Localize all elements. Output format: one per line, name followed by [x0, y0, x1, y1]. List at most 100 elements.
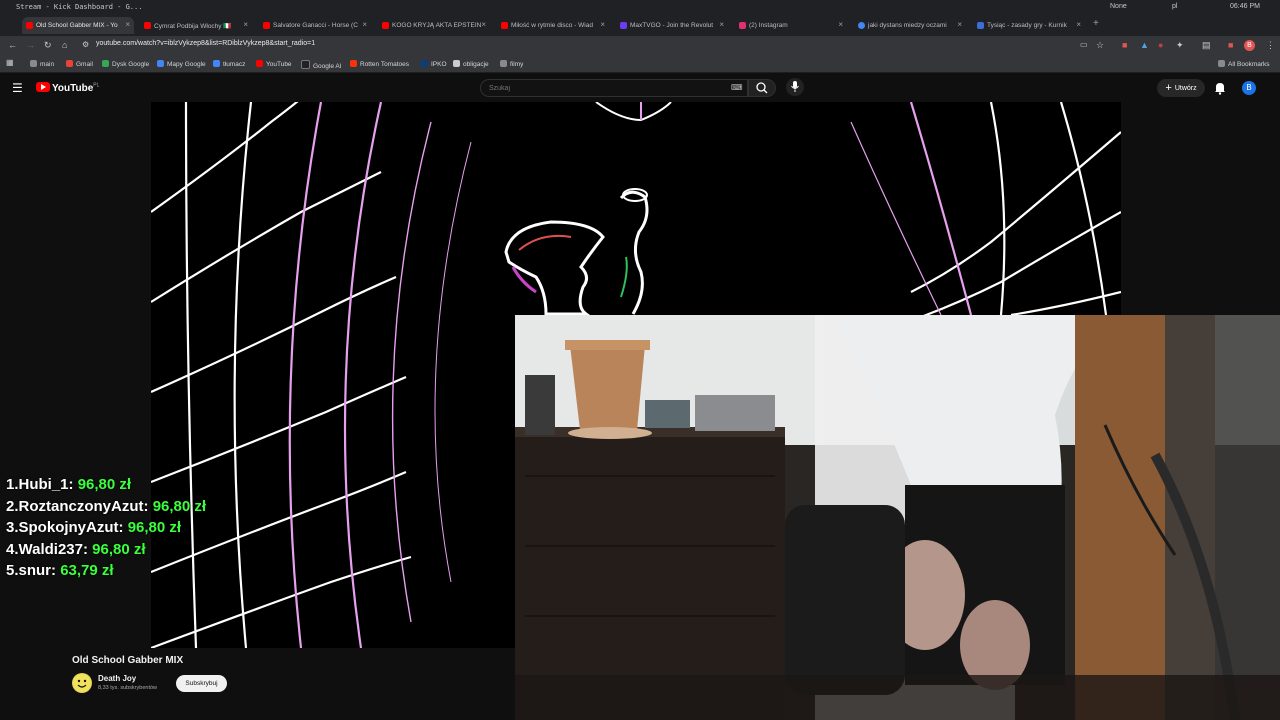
close-icon[interactable]: × [719, 20, 724, 29]
create-button[interactable]: + Utwórz [1157, 79, 1205, 97]
tab-cymrat[interactable]: Cymrat Podbija Włochy 🇮🇹 × [140, 17, 252, 34]
bookmark-rotten-tomatoes[interactable]: Rotten Tomatoes [350, 60, 409, 68]
donation-leaderboard: 1.Hubi_1: 96,80 zł 2.RoztanczonyAzut: 96… [6, 474, 206, 582]
close-icon[interactable]: × [1076, 20, 1081, 29]
os-clock: 06:46 PM [1230, 3, 1260, 10]
youtube-favicon-icon [26, 22, 33, 29]
bookmark-tlumacz[interactable]: tłumacz [213, 60, 245, 68]
bookmark-main[interactable]: main [30, 60, 54, 68]
tab-maxtvgo[interactable]: MaxTVGO - Join the Revolut × [616, 17, 728, 34]
cast-icon[interactable]: ▭ [1080, 40, 1088, 49]
bookmark-filmy[interactable]: filmy [500, 60, 523, 68]
tab-tysiac[interactable]: Tysiąc - zasady gry - Kurnik × [973, 17, 1085, 34]
os-language-label[interactable]: pl [1172, 3, 1177, 10]
site-info-icon[interactable]: ⚙ [82, 40, 89, 49]
leaderboard-row: 4.Waldi237: 96,80 zł [6, 540, 146, 558]
close-icon[interactable]: × [481, 20, 486, 29]
maxtvgo-favicon-icon [620, 22, 627, 29]
folder-icon [1218, 60, 1225, 67]
bookmark-obligacje[interactable]: obligacje [453, 60, 489, 68]
close-icon[interactable]: × [957, 20, 962, 29]
instagram-favicon-icon [739, 22, 746, 29]
google-ai-icon [301, 60, 310, 69]
tab-old-school-gabber[interactable]: Old School Gabber MIX - Yo × [22, 17, 134, 34]
bookmarks-bar: ▦ main Gmail Dysk Google Mapy Google tłu… [0, 56, 1280, 73]
os-window-title: Stream - Kick Dashboard - G... [16, 3, 143, 11]
back-arrow-icon[interactable]: ← [8, 40, 17, 50]
tab-label: Tysiąc - zasady gry - Kurnik [987, 22, 1067, 29]
apps-grid-icon[interactable]: ▦ [6, 58, 14, 67]
top-center-grid [595, 102, 672, 122]
close-icon[interactable]: × [125, 20, 130, 29]
search-input[interactable] [487, 84, 721, 93]
folder-icon [30, 60, 37, 67]
youtube-play-icon [36, 82, 50, 92]
reload-icon[interactable]: ↻ [44, 40, 52, 51]
tab-instagram[interactable]: (2) Instagram × [735, 17, 847, 34]
bookmark-dysk-google[interactable]: Dysk Google [102, 60, 149, 68]
url-field[interactable]: youtube.com/watch?v=iblzVykzep8&list=RDi… [96, 40, 315, 47]
search-icon [756, 82, 768, 94]
leaderboard-row: 1.Hubi_1: 96,80 zł [6, 476, 132, 493]
extension-icon[interactable]: ● [1158, 40, 1163, 50]
tab-label: Salvatore Ganacci - Horse (C [273, 22, 358, 29]
extension-icon[interactable]: ▲ [1140, 40, 1149, 50]
document-icon [453, 60, 460, 67]
notifications-bell-icon[interactable] [1213, 81, 1227, 95]
hamburger-menu-icon[interactable]: ☰ [12, 81, 23, 95]
tab-label: (2) Instagram [749, 22, 788, 29]
bookmark-gmail[interactable]: Gmail [66, 60, 93, 68]
channel-avatar[interactable] [72, 673, 92, 693]
bookmark-google-ai[interactable]: Google AI [301, 60, 342, 70]
home-icon[interactable]: ⌂ [62, 40, 67, 50]
os-profile-label[interactable]: None [1110, 3, 1127, 10]
video-title: Old School Gabber MIX [72, 655, 184, 666]
os-top-bar: Stream - Kick Dashboard - G... None pl 0… [0, 0, 1280, 14]
leaderboard-row: 2.RoztanczonyAzut: 96,80 zł [6, 497, 207, 515]
bank-icon [421, 60, 428, 67]
all-bookmarks[interactable]: All Bookmarks [1218, 60, 1270, 68]
tab-salvatore-ganacci[interactable]: Salvatore Ganacci - Horse (C × [259, 17, 371, 34]
close-icon[interactable]: × [362, 20, 367, 29]
close-icon[interactable]: × [838, 20, 843, 29]
bookmark-mapy-google[interactable]: Mapy Google [157, 60, 206, 68]
tab-label: jaki dystans miedzy oczami [868, 22, 947, 29]
channel-name[interactable]: Death Joy [98, 674, 136, 683]
bookmark-star-icon[interactable]: ☆ [1096, 40, 1104, 51]
extension-icon[interactable]: ■ [1228, 40, 1233, 50]
search-button[interactable] [748, 79, 776, 97]
tab-label: Miłość w rytmie disco - Wiad [511, 22, 593, 29]
account-avatar[interactable]: B [1242, 81, 1256, 95]
profile-avatar-icon[interactable]: B [1244, 40, 1255, 51]
maps-icon [157, 60, 164, 67]
forward-arrow-icon[interactable]: → [26, 40, 35, 50]
tab-jaki-dystans[interactable]: jaki dystans miedzy oczami × [854, 17, 966, 34]
youtube-icon [256, 60, 263, 67]
close-icon[interactable]: × [243, 20, 248, 29]
keyboard-icon[interactable]: ⌨ [731, 83, 743, 92]
youtube-favicon-icon [382, 22, 389, 29]
youtube-header: ☰ YouTubePL ⌨ +Utwórz B [0, 73, 1280, 103]
dancer-silhouette-outline [504, 188, 649, 316]
tab-kogo-kryja[interactable]: KOGO KRYJĄ AKTA EPSTEIN × [378, 17, 490, 34]
menu-kebab-icon[interactable]: ⋮ [1266, 40, 1275, 51]
bookmark-ipko[interactable]: IPKO [421, 60, 447, 68]
tab-label: Old School Gabber MIX - Yo [36, 22, 118, 29]
new-tab-icon[interactable]: + [1093, 18, 1099, 29]
youtube-favicon-icon [144, 22, 151, 29]
subscribe-button[interactable]: Subskrybuj [176, 675, 227, 692]
tab-label: Cymrat Podbija Włochy 🇮🇹 [154, 22, 232, 30]
extensions-puzzle-icon[interactable]: ✦ [1176, 40, 1184, 51]
voice-search-button[interactable] [786, 78, 804, 96]
tab-label: KOGO KRYJĄ AKTA EPSTEIN [392, 22, 482, 29]
close-icon[interactable]: × [600, 20, 605, 29]
tab-milosc-w-rytmie[interactable]: Miłość w rytmie disco - Wiad × [497, 17, 609, 34]
bookmark-youtube[interactable]: YouTube [256, 60, 292, 68]
gmail-icon [66, 60, 73, 67]
search-box: ⌨ [480, 79, 748, 97]
youtube-logo[interactable]: YouTubePL [36, 82, 99, 94]
side-panel-icon[interactable]: ▤ [1202, 40, 1211, 51]
extension-icon[interactable]: ■ [1122, 40, 1127, 50]
leaderboard-row: 5.snur: 63,79 zł [6, 562, 114, 579]
folder-icon [500, 60, 507, 67]
